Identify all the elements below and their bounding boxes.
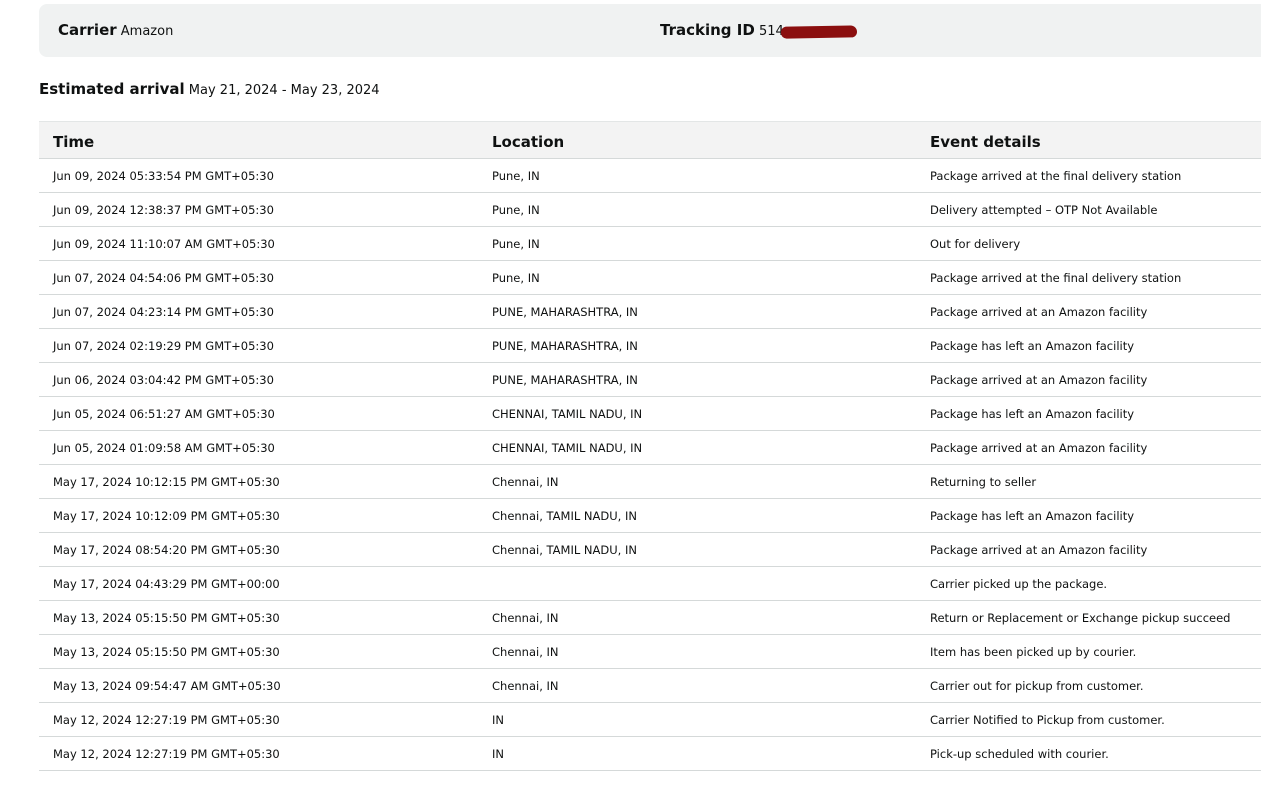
table-row: Jun 09, 2024 12:38:37 PM GMT+05:30 Pune, … (39, 193, 1261, 227)
table-row: Jun 09, 2024 11:10:07 AM GMT+05:30 Pune, … (39, 227, 1261, 261)
event-time: May 13, 2024 09:54:47 AM GMT+05:30 (53, 679, 281, 693)
event-details: Package arrived at the final delivery st… (930, 169, 1182, 183)
event-time: Jun 07, 2024 04:23:14 PM GMT+05:30 (53, 305, 274, 319)
table-row: Jun 07, 2024 04:54:06 PM GMT+05:30 Pune, … (39, 261, 1261, 295)
event-location: IN (492, 713, 504, 727)
table-row: Jun 05, 2024 01:09:58 AM GMT+05:30 CHENNA… (39, 431, 1261, 465)
event-location: Chennai, TAMIL NADU, IN (492, 543, 637, 557)
table-row: May 17, 2024 04:43:29 PM GMT+00:00 Carrie… (39, 567, 1261, 601)
estimated-arrival-label: Estimated arrival (39, 80, 185, 98)
event-time: May 12, 2024 12:27:19 PM GMT+05:30 (53, 713, 280, 727)
estimated-arrival: Estimated arrival May 21, 2024 - May 23,… (39, 80, 380, 98)
event-details: Package has left an Amazon facility (930, 509, 1135, 523)
tracking-info: Tracking ID 514 (660, 21, 857, 39)
table-row: May 17, 2024 10:12:15 PM GMT+05:30 Chenna… (39, 465, 1261, 499)
shipment-info-bar: Carrier Amazon Tracking ID 514 (39, 4, 1261, 57)
table-row: Jun 05, 2024 06:51:27 AM GMT+05:30 CHENNA… (39, 397, 1261, 431)
carrier-label: Carrier (58, 21, 117, 39)
carrier-info: Carrier Amazon (58, 21, 173, 39)
event-location: Pune, IN (492, 203, 540, 217)
event-location: Chennai, IN (492, 475, 559, 489)
event-location: Chennai, IN (492, 679, 559, 693)
event-time: Jun 09, 2024 12:38:37 PM GMT+05:30 (53, 203, 274, 217)
event-time: Jun 06, 2024 03:04:42 PM GMT+05:30 (53, 373, 274, 387)
event-location: Chennai, IN (492, 611, 559, 625)
event-location: Pune, IN (492, 169, 540, 183)
event-details: Package arrived at the final delivery st… (930, 271, 1182, 285)
table-row: May 13, 2024 05:15:50 PM GMT+05:30 Chenna… (39, 601, 1261, 635)
event-location: CHENNAI, TAMIL NADU, IN (492, 407, 643, 421)
event-time: Jun 09, 2024 11:10:07 AM GMT+05:30 (53, 237, 275, 251)
table-row: May 17, 2024 08:54:20 PM GMT+05:30 Chenna… (39, 533, 1261, 567)
event-details: Out for delivery (930, 237, 1021, 251)
event-location: Chennai, TAMIL NADU, IN (492, 509, 637, 523)
event-details: Package arrived at an Amazon facility (930, 305, 1148, 319)
event-time: May 12, 2024 12:27:19 PM GMT+05:30 (53, 747, 280, 761)
event-location: PUNE, MAHARASHTRA, IN (492, 339, 638, 353)
estimated-arrival-value: May 21, 2024 - May 23, 2024 (188, 83, 380, 98)
event-time: May 13, 2024 05:15:50 PM GMT+05:30 (53, 645, 280, 659)
table-row: Jun 07, 2024 04:23:14 PM GMT+05:30 PUNE, … (39, 295, 1261, 329)
event-time: Jun 05, 2024 06:51:27 AM GMT+05:30 (53, 407, 275, 421)
event-time: May 13, 2024 05:15:50 PM GMT+05:30 (53, 611, 280, 625)
redaction-mark (780, 24, 857, 39)
carrier-value: Amazon (120, 24, 174, 39)
table-row: Jun 07, 2024 02:19:29 PM GMT+05:30 PUNE, … (39, 329, 1261, 363)
event-time: Jun 07, 2024 04:54:06 PM GMT+05:30 (53, 271, 274, 285)
event-details: Package arrived at an Amazon facility (930, 543, 1148, 557)
event-details: Item has been picked up by courier. (930, 645, 1137, 659)
column-header-event-details: Event details (930, 133, 1041, 151)
table-row: Jun 09, 2024 05:33:54 PM GMT+05:30 Pune, … (39, 159, 1261, 193)
tracking-label: Tracking ID (660, 21, 755, 39)
event-time: Jun 05, 2024 01:09:58 AM GMT+05:30 (53, 441, 275, 455)
event-details: Delivery attempted – OTP Not Available (930, 203, 1158, 217)
event-details: Return or Replacement or Exchange pickup… (930, 611, 1231, 625)
event-details: Carrier Notified to Pickup from customer… (930, 713, 1165, 727)
event-location: Pune, IN (492, 237, 540, 251)
table-row: May 13, 2024 09:54:47 AM GMT+05:30 Chenna… (39, 669, 1261, 703)
event-details: Package arrived at an Amazon facility (930, 373, 1148, 387)
event-details: Package has left an Amazon facility (930, 339, 1135, 353)
event-details: Package has left an Amazon facility (930, 407, 1135, 421)
event-location: CHENNAI, TAMIL NADU, IN (492, 441, 643, 455)
table-row: May 12, 2024 12:27:19 PM GMT+05:30 IN Pick… (39, 737, 1261, 771)
event-time: May 17, 2024 08:54:20 PM GMT+05:30 (53, 543, 280, 557)
event-location: Chennai, IN (492, 645, 559, 659)
table-row: May 12, 2024 12:27:19 PM GMT+05:30 IN Carr… (39, 703, 1261, 737)
event-location: IN (492, 747, 504, 761)
event-time: May 17, 2024 04:43:29 PM GMT+00:00 (53, 577, 280, 591)
table-header: Time Location Event details (39, 121, 1261, 159)
event-time: Jun 07, 2024 02:19:29 PM GMT+05:30 (53, 339, 274, 353)
table-row: Jun 06, 2024 03:04:42 PM GMT+05:30 PUNE, … (39, 363, 1261, 397)
event-time: May 17, 2024 10:12:09 PM GMT+05:30 (53, 509, 280, 523)
event-time: Jun 09, 2024 05:33:54 PM GMT+05:30 (53, 169, 274, 183)
column-header-time: Time (53, 133, 95, 151)
table-row: May 13, 2024 05:15:50 PM GMT+05:30 Chenna… (39, 635, 1261, 669)
table-row: May 17, 2024 10:12:09 PM GMT+05:30 Chenna… (39, 499, 1261, 533)
event-details: Returning to seller (930, 475, 1037, 489)
event-details: Carrier out for pickup from customer. (930, 679, 1144, 693)
event-location: Pune, IN (492, 271, 540, 285)
event-location: PUNE, MAHARASHTRA, IN (492, 305, 638, 319)
event-time: May 17, 2024 10:12:15 PM GMT+05:30 (53, 475, 280, 489)
event-details: Pick-up scheduled with courier. (930, 747, 1109, 761)
event-details: Package arrived at an Amazon facility (930, 441, 1148, 455)
event-details: Carrier picked up the package. (930, 577, 1108, 591)
tracking-events-table: Time Location Event details Jun 09, 2024… (39, 121, 1261, 771)
event-location: PUNE, MAHARASHTRA, IN (492, 373, 638, 387)
column-header-location: Location (492, 133, 565, 151)
table-body: Jun 09, 2024 05:33:54 PM GMT+05:30 Pune, … (39, 159, 1261, 771)
